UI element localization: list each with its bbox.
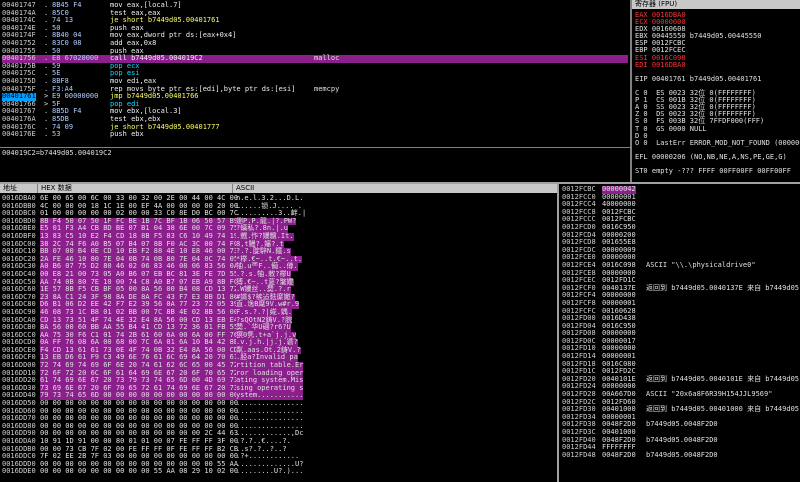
register-line[interactable]: ST0 empty -??? FFFF 00FF00FF 00FF00FF — [635, 167, 800, 175]
disasm-row[interactable]: 0040174F. 8B40 04 mov eax,dword ptr ds:[ea… — [2, 32, 628, 40]
stack-comment: 返回到 b7449d05.00401000 来自 b7449d05 — [646, 405, 800, 414]
stack-row[interactable]: 0012FD08 00000000 — [562, 330, 798, 338]
disasm-row[interactable]: 00401752. 83C0 08 add eax,0x8 — [2, 39, 628, 48]
disasm-hex: 53 — [52, 130, 61, 139]
disasm-row[interactable]: 0040174C. 74 13 je short b7449d05.00401761 — [2, 17, 628, 25]
register-lines: EAX 0016DBA0 ECX 00000000 EDX 00160608 EBX … — [635, 11, 800, 175]
stack-pane[interactable]: 0012FCBC 00000042 0012FCC0 00000001 0012FCC4… — [559, 184, 800, 482]
stack-row[interactable]: 0012FD20 0040101E 返回到 b7449d05.0040101E 来自… — [562, 374, 800, 384]
stack-row[interactable]: 0012FCF8 00000001 — [562, 299, 798, 308]
stack-value: 0048F2D0 — [602, 450, 636, 459]
stack-row[interactable]: 0012FCBC 00000042 — [562, 185, 798, 194]
stack-rows: 0012FCBC 00000042 0012FCC0 00000001 0012FCC4… — [562, 185, 800, 460]
stack-row[interactable]: 0012FCF0 0040137E 返回到 b7449d05.0040137E 来自… — [562, 283, 800, 293]
dump-pane[interactable]: 地址 HEX 数据 ASCII 0016DBA0 6E 00 65 00 6C 00 … — [0, 184, 557, 482]
registers-pane[interactable]: 寄存器 (FPU) EAX 0016DBA0 ECX 00000000 EDX 00… — [632, 0, 800, 182]
disasm-row[interactable]: 0040174E. 50 push eax — [2, 24, 628, 33]
stack-comment: b7449d05.0048F2D0 — [646, 435, 718, 444]
stack-comment: 返回到 b7449d05.0040137E 来自 b7449d05 — [646, 283, 800, 292]
disassembly-rows: 00401747. 8B45 F4 mov eax,[local.7] 0040174… — [2, 1, 628, 139]
stack-row[interactable]: 0012FCF4 00000000 — [562, 292, 798, 300]
stack-row[interactable]: 0012FD0C 00000017 — [562, 337, 798, 346]
dump-header: 地址 HEX 数据 ASCII — [0, 184, 557, 193]
disasm-info-text: 004019C2=b7449d05.004019C2 — [2, 149, 112, 157]
registers-header: 寄存器 (FPU) — [632, 0, 800, 9]
stack-row[interactable]: 0012FD04 0016C950 — [562, 322, 798, 331]
stack-row[interactable]: 0012FD28 00A667D0 ASCII "20x6a8F6R39H154JJ… — [562, 390, 798, 399]
stack-comment: b7449d05.0048F2D0 — [646, 450, 718, 459]
disasm-row[interactable]: 00401767. 8B5D F4 mov ebx,[local.3] — [2, 108, 628, 116]
registers-title: 寄存器 (FPU) — [635, 0, 678, 8]
disasm-row[interactable]: 00401747. 8B45 F4 mov eax,[local.7] — [2, 1, 628, 10]
stack-row[interactable]: 0012FCCC 0012FCBC — [562, 216, 798, 224]
stack-row[interactable]: 0012FD00 0016D438 — [562, 314, 798, 323]
stack-row[interactable]: 0012FCD0 0016C950 — [562, 223, 798, 232]
stack-row[interactable]: 0012FD48 0048F2D0 b7449d05.0048F2D0 — [562, 450, 798, 460]
dump-hex: 00 00 00 00 00 00 00 00 00 55 AA 08 29 1… — [40, 467, 239, 476]
disasm-row[interactable]: 0040176E. 53 push ebx — [2, 130, 628, 139]
stack-row[interactable]: 0012FD14 00000001 — [562, 352, 798, 361]
stack-row[interactable]: 0012FCFC 00160628 — [562, 307, 798, 316]
register-line[interactable]: O 0 LastErr ERROR_MOD_NOT_FOUND (0000007… — [635, 139, 800, 147]
disasm-comment: memcpy — [314, 84, 340, 93]
disasm-info-pane: 004019C2=b7449d05.004019C2 — [0, 148, 630, 182]
disasm-row[interactable]: 0040176C. 74 09 je short b7449d05.00401777 — [2, 123, 628, 132]
dump-address: 0016DDE0 — [2, 467, 36, 476]
stack-comment: b7449d05.0048F2D0 — [646, 420, 718, 429]
stack-row[interactable]: 0012FCC8 0012FCBC — [562, 208, 798, 217]
stack-row[interactable]: 0012FCE4 0016C098 ASCII "\\.\physicaldrive… — [562, 260, 798, 270]
stack-comment: ASCII "20x6a8F6R39H154JJL9569" — [646, 390, 773, 399]
stack-row[interactable]: 0012FCC0 00000001 — [562, 193, 798, 202]
stack-row[interactable]: 0012FCE8 00000000 — [562, 269, 798, 278]
dump-col-address[interactable]: 地址 — [0, 184, 38, 193]
register-line[interactable]: EIP 00401761 b7449d05.00401761 — [635, 75, 800, 83]
stack-address: 0012FD48 — [562, 450, 596, 459]
disasm-row[interactable]: 0040174A. 85C0 test eax,eax — [2, 9, 628, 18]
stack-comment: 返回到 b7449d05.0040101E 来自 b7449d05 — [646, 374, 800, 383]
dump-rows: 0016DBA0 6E 00 65 00 6C 00 33 00 32 00 2E… — [2, 194, 557, 476]
dump-col-ascii[interactable]: ASCII — [233, 184, 557, 193]
disasm-row[interactable]: 0040176A. 85DB test ebx,ebx — [2, 115, 628, 124]
disasm-address: 0040176E — [2, 130, 36, 139]
disasm-row[interactable]: 00401761 > E9 00000000 jmp b7449d05.0040176… — [2, 93, 628, 101]
stack-row[interactable]: 0012FD40 0048F2D0 b7449d05.0048F2D0 — [562, 435, 798, 445]
dump-col-hex[interactable]: HEX 数据 — [38, 184, 233, 193]
stack-row[interactable]: 0012FCDC 00000009 — [562, 246, 798, 255]
disasm-row[interactable]: 00401766 >5F pop edi — [2, 100, 628, 109]
stack-row[interactable]: 0012FD38 0048F2D0 b7449d05.0048F2D0 — [562, 421, 798, 429]
stack-row[interactable]: 0012FD10 00000000 — [562, 345, 798, 353]
stack-row[interactable]: 0012FCD4 00000200 — [562, 231, 798, 240]
disassembly-pane[interactable]: 00401747. 8B45 F4 mov eax,[local.7] 0040174… — [0, 0, 630, 147]
register-line[interactable]: EFL 00000206 (NO,NB,NE,A,NS,PE,GE,G) — [635, 153, 800, 161]
disasm-row[interactable]: 00401756. E8 67020000 call b7449d05.004019… — [2, 55, 628, 63]
stack-row[interactable]: 0012FD18 0016C080 — [562, 360, 798, 369]
stack-comment: ASCII "\\.\physicaldrive0" — [646, 260, 756, 269]
stack-row[interactable]: 0012FCC4 40000000 — [562, 201, 798, 209]
disasm-command: push ebx — [110, 130, 144, 139]
disasm-row[interactable]: 0040175B. 59 pop ecx — [2, 62, 628, 71]
register-line[interactable]: EDI 0016DBA0 — [635, 61, 800, 69]
dump-ascii: .........U?.)... — [236, 467, 304, 476]
disasm-arrow: . — [44, 130, 49, 139]
disasm-row[interactable]: 0040175C. 5E pop esi — [2, 70, 628, 78]
disasm-comment: malloc — [314, 54, 340, 63]
register-line[interactable]: T 0 GS 0000 NULL — [635, 125, 800, 133]
stack-row[interactable]: 0012FD30 00401000 返回到 b7449d05.00401000 来自… — [562, 405, 800, 414]
dump-row[interactable]: 0016DDE0 00 00 00 00 00 00 00 00 00 55 AA… — [2, 468, 557, 476]
stack-row[interactable]: 0012FCD8 001655E8 — [562, 239, 798, 247]
